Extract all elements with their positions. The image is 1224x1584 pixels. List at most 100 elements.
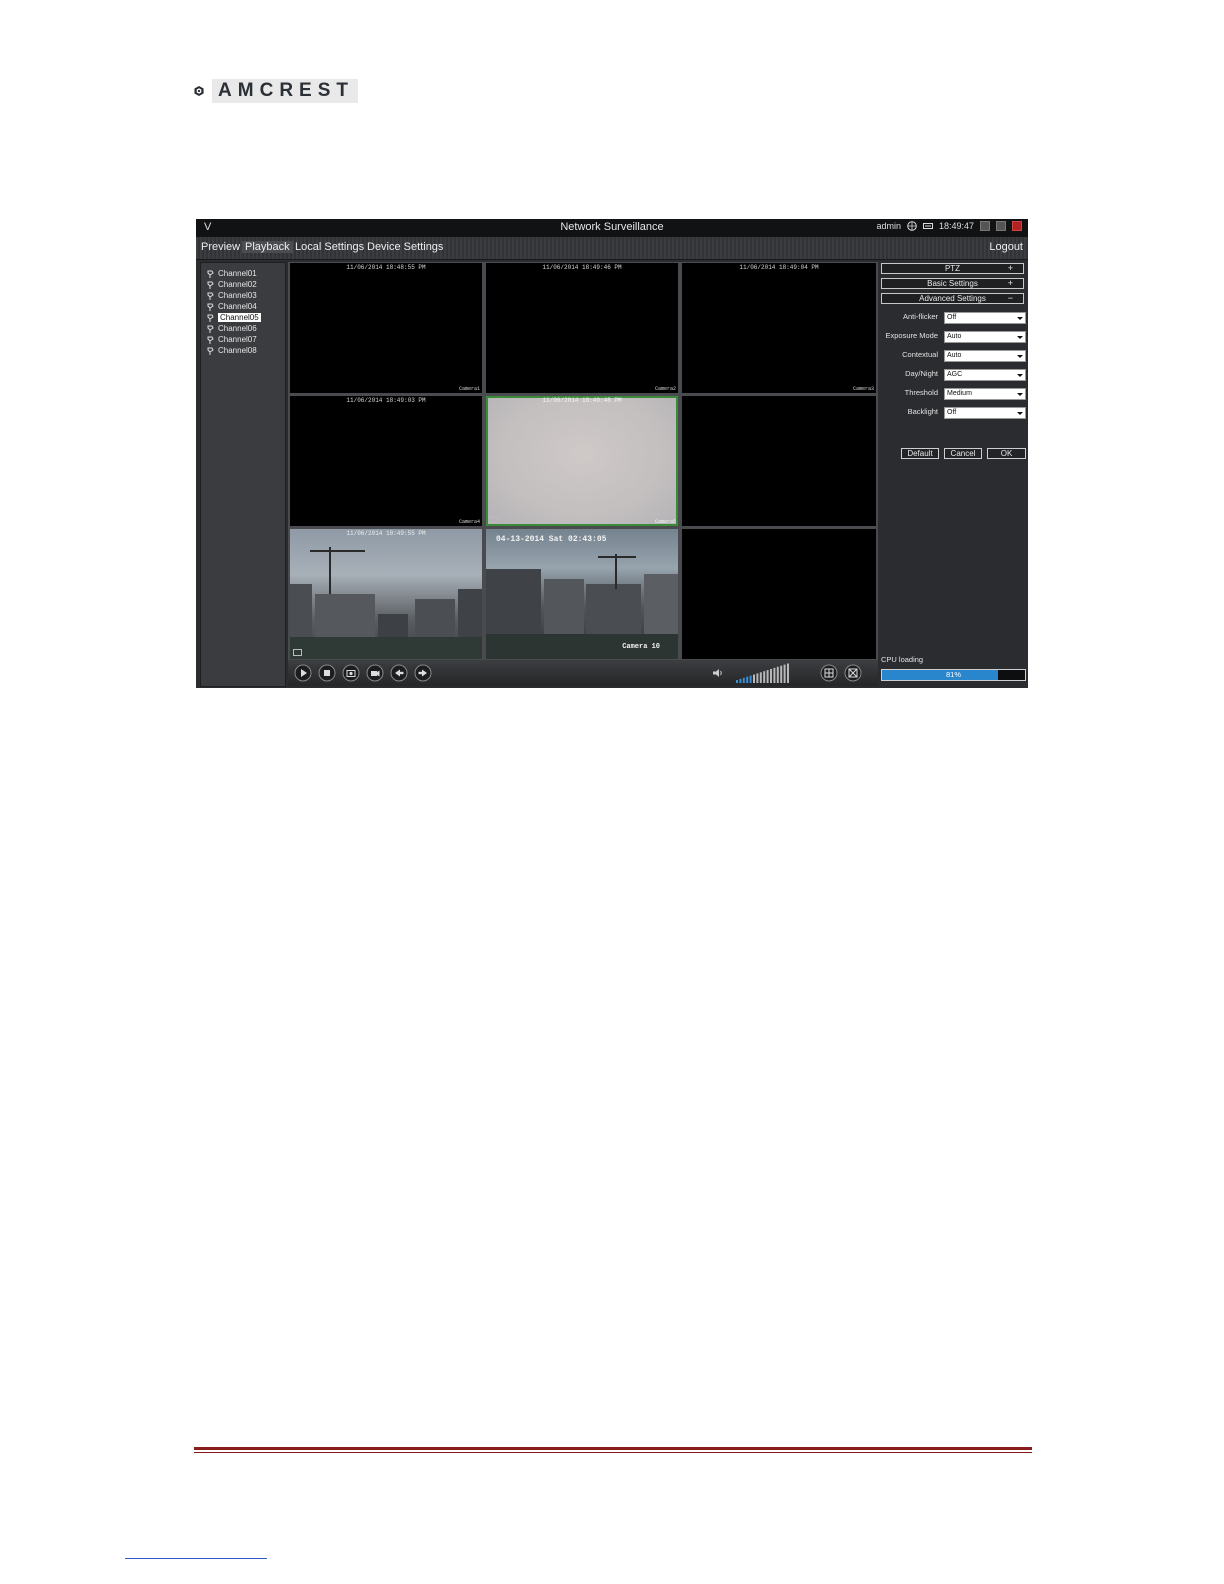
- keyboard-icon[interactable]: [922, 221, 933, 231]
- advanced-settings-label: Advanced Settings: [919, 294, 986, 303]
- camera-channel-icon: [207, 270, 214, 278]
- channel-item[interactable]: Channel07: [207, 334, 257, 345]
- record-indicator-icon: [293, 649, 302, 656]
- volume-bar: [753, 674, 755, 683]
- video-timestamp: 11/06/2014 18:48:55 PM: [346, 264, 426, 271]
- camera-label: Camera5: [654, 519, 676, 525]
- clock-time: 18:49:47: [938, 221, 974, 231]
- close-button[interactable]: [1012, 221, 1022, 231]
- volume-bar: [742, 677, 745, 683]
- record-icon[interactable]: [366, 664, 384, 682]
- camera-channel-icon: [207, 347, 214, 355]
- exposure-mode-select[interactable]: Auto: [944, 331, 1026, 343]
- title-bar-right: admin 18:49:47: [876, 221, 1022, 231]
- ok-button[interactable]: OK: [987, 448, 1026, 459]
- split-screen-icon[interactable]: [820, 664, 838, 682]
- ptz-section-toggle[interactable]: PTZ +: [881, 263, 1024, 274]
- camera-label: Camera3: [852, 386, 874, 392]
- snapshot-icon[interactable]: [342, 664, 360, 682]
- video-cell-5-selected[interactable]: 11/06/2014 18:49:48 PM Camera5: [486, 396, 678, 526]
- video-timestamp: 04-13-2014 Sat 02:43:05: [496, 535, 607, 544]
- channel-item[interactable]: Channel01: [207, 268, 257, 279]
- user-name: admin: [876, 221, 901, 231]
- chevron-down-icon: [1017, 317, 1023, 320]
- default-button[interactable]: Default: [901, 448, 939, 459]
- backlight-label: Backlight: [907, 407, 938, 416]
- video-cell-7[interactable]: 11/06/2014 18:49:55 PM: [290, 529, 482, 659]
- video-cell-4[interactable]: 11/06/2014 18:49:03 PM Camera4: [290, 396, 482, 526]
- video-cell-1[interactable]: 11/06/2014 18:48:55 PM Camera1: [290, 263, 482, 393]
- day-night-select[interactable]: AGC: [944, 369, 1026, 381]
- anti-flicker-label: Anti-flicker: [902, 312, 938, 321]
- channel-item[interactable]: Channel03: [207, 290, 257, 301]
- video-cell-2[interactable]: 11/06/2014 18:49:46 PM Camera2: [486, 263, 678, 393]
- restore-button[interactable]: [996, 221, 1006, 231]
- channel-item[interactable]: Channel04: [207, 301, 257, 312]
- volume-bar: [736, 680, 738, 683]
- menu-playback[interactable]: Playback: [242, 241, 293, 253]
- volume-bar: [746, 676, 749, 683]
- camera-channel-icon: [207, 281, 214, 289]
- chevron-down-icon: [1017, 336, 1023, 339]
- chevron-down-icon: [1017, 412, 1023, 415]
- contextual-select[interactable]: Auto: [944, 350, 1026, 362]
- video-timestamp: 11/06/2014 18:49:46 PM: [542, 264, 622, 271]
- stop-icon[interactable]: [318, 664, 336, 682]
- threshold-label: Threshold: [904, 388, 938, 397]
- logout-button[interactable]: Logout: [989, 241, 1023, 253]
- video-timestamp: 11/06/2014 18:49:04 PM: [739, 264, 819, 271]
- volume-bar: [770, 669, 772, 683]
- minimize-button[interactable]: [980, 221, 990, 231]
- next-icon[interactable]: [414, 664, 432, 682]
- camera-channel-icon: [207, 292, 214, 300]
- close-all-icon[interactable]: [844, 664, 862, 682]
- volume-bar: [763, 671, 766, 683]
- contextual-value: Auto: [947, 352, 962, 359]
- cpu-loading-label: CPU loading: [881, 655, 924, 664]
- settings-panel: PTZ + Basic Settings + Advanced Settings…: [880, 262, 1028, 688]
- basic-settings-toggle[interactable]: Basic Settings +: [881, 278, 1024, 289]
- network-surveillance-window: V Network Surveillance admin 18:49:47 Pr…: [196, 219, 1028, 688]
- contextual-label: Contextual: [902, 350, 938, 359]
- volume-bar: [773, 667, 776, 683]
- volume-bar: [783, 664, 786, 683]
- playback-toolbar: [288, 660, 878, 686]
- volume-slider[interactable]: [734, 662, 794, 684]
- channel-item[interactable]: Channel08: [207, 345, 257, 356]
- channel-item[interactable]: Channel06: [207, 323, 257, 334]
- video-cell-3[interactable]: 11/06/2014 18:49:04 PM Camera3: [682, 263, 876, 393]
- cancel-button[interactable]: Cancel: [944, 448, 982, 459]
- record-indicator-icon: [489, 516, 498, 523]
- camera-label: Camera 10: [622, 643, 660, 651]
- camera-channel-icon: [207, 325, 214, 333]
- volume-bar: [787, 663, 789, 683]
- video-cell-8[interactable]: 04-13-2014 Sat 02:43:05 Camera 10: [486, 529, 678, 659]
- prev-icon[interactable]: [390, 664, 408, 682]
- chevron-down-icon: [1017, 393, 1023, 396]
- play-icon[interactable]: [294, 664, 312, 682]
- camera-channel-icon: [207, 303, 214, 311]
- menu-bar: Preview Playback Local Settings Device S…: [196, 237, 1028, 260]
- backlight-select[interactable]: Off: [944, 407, 1026, 419]
- globe-icon[interactable]: [907, 221, 917, 231]
- camera-channel-icon: [207, 314, 214, 322]
- speaker-icon[interactable]: [712, 668, 724, 678]
- menu-preview[interactable]: Preview: [201, 241, 240, 253]
- channel-item-selected[interactable]: Channel05: [207, 312, 261, 323]
- camera-label: Camera2: [654, 386, 676, 392]
- channel-item[interactable]: Channel02: [207, 279, 257, 290]
- footer-rule-thin: [194, 1452, 1032, 1453]
- channel-label: Channel03: [218, 291, 257, 300]
- menu-device-settings[interactable]: Device Settings: [367, 241, 443, 253]
- menu-local-settings[interactable]: Local Settings: [295, 241, 364, 253]
- video-cell-9[interactable]: [682, 529, 876, 659]
- city-skyline-image: [290, 547, 482, 659]
- amcrest-logo: AMCREST: [194, 78, 358, 104]
- title-bar: V Network Surveillance admin 18:49:47: [196, 219, 1028, 237]
- threshold-select[interactable]: Medium: [944, 388, 1026, 400]
- video-cell-6[interactable]: [682, 396, 876, 526]
- footer-link-underline[interactable]: [125, 1558, 267, 1559]
- anti-flicker-select[interactable]: Off: [944, 312, 1026, 324]
- advanced-settings-toggle[interactable]: Advanced Settings −: [881, 293, 1024, 304]
- day-night-label: Day/Night: [905, 369, 938, 378]
